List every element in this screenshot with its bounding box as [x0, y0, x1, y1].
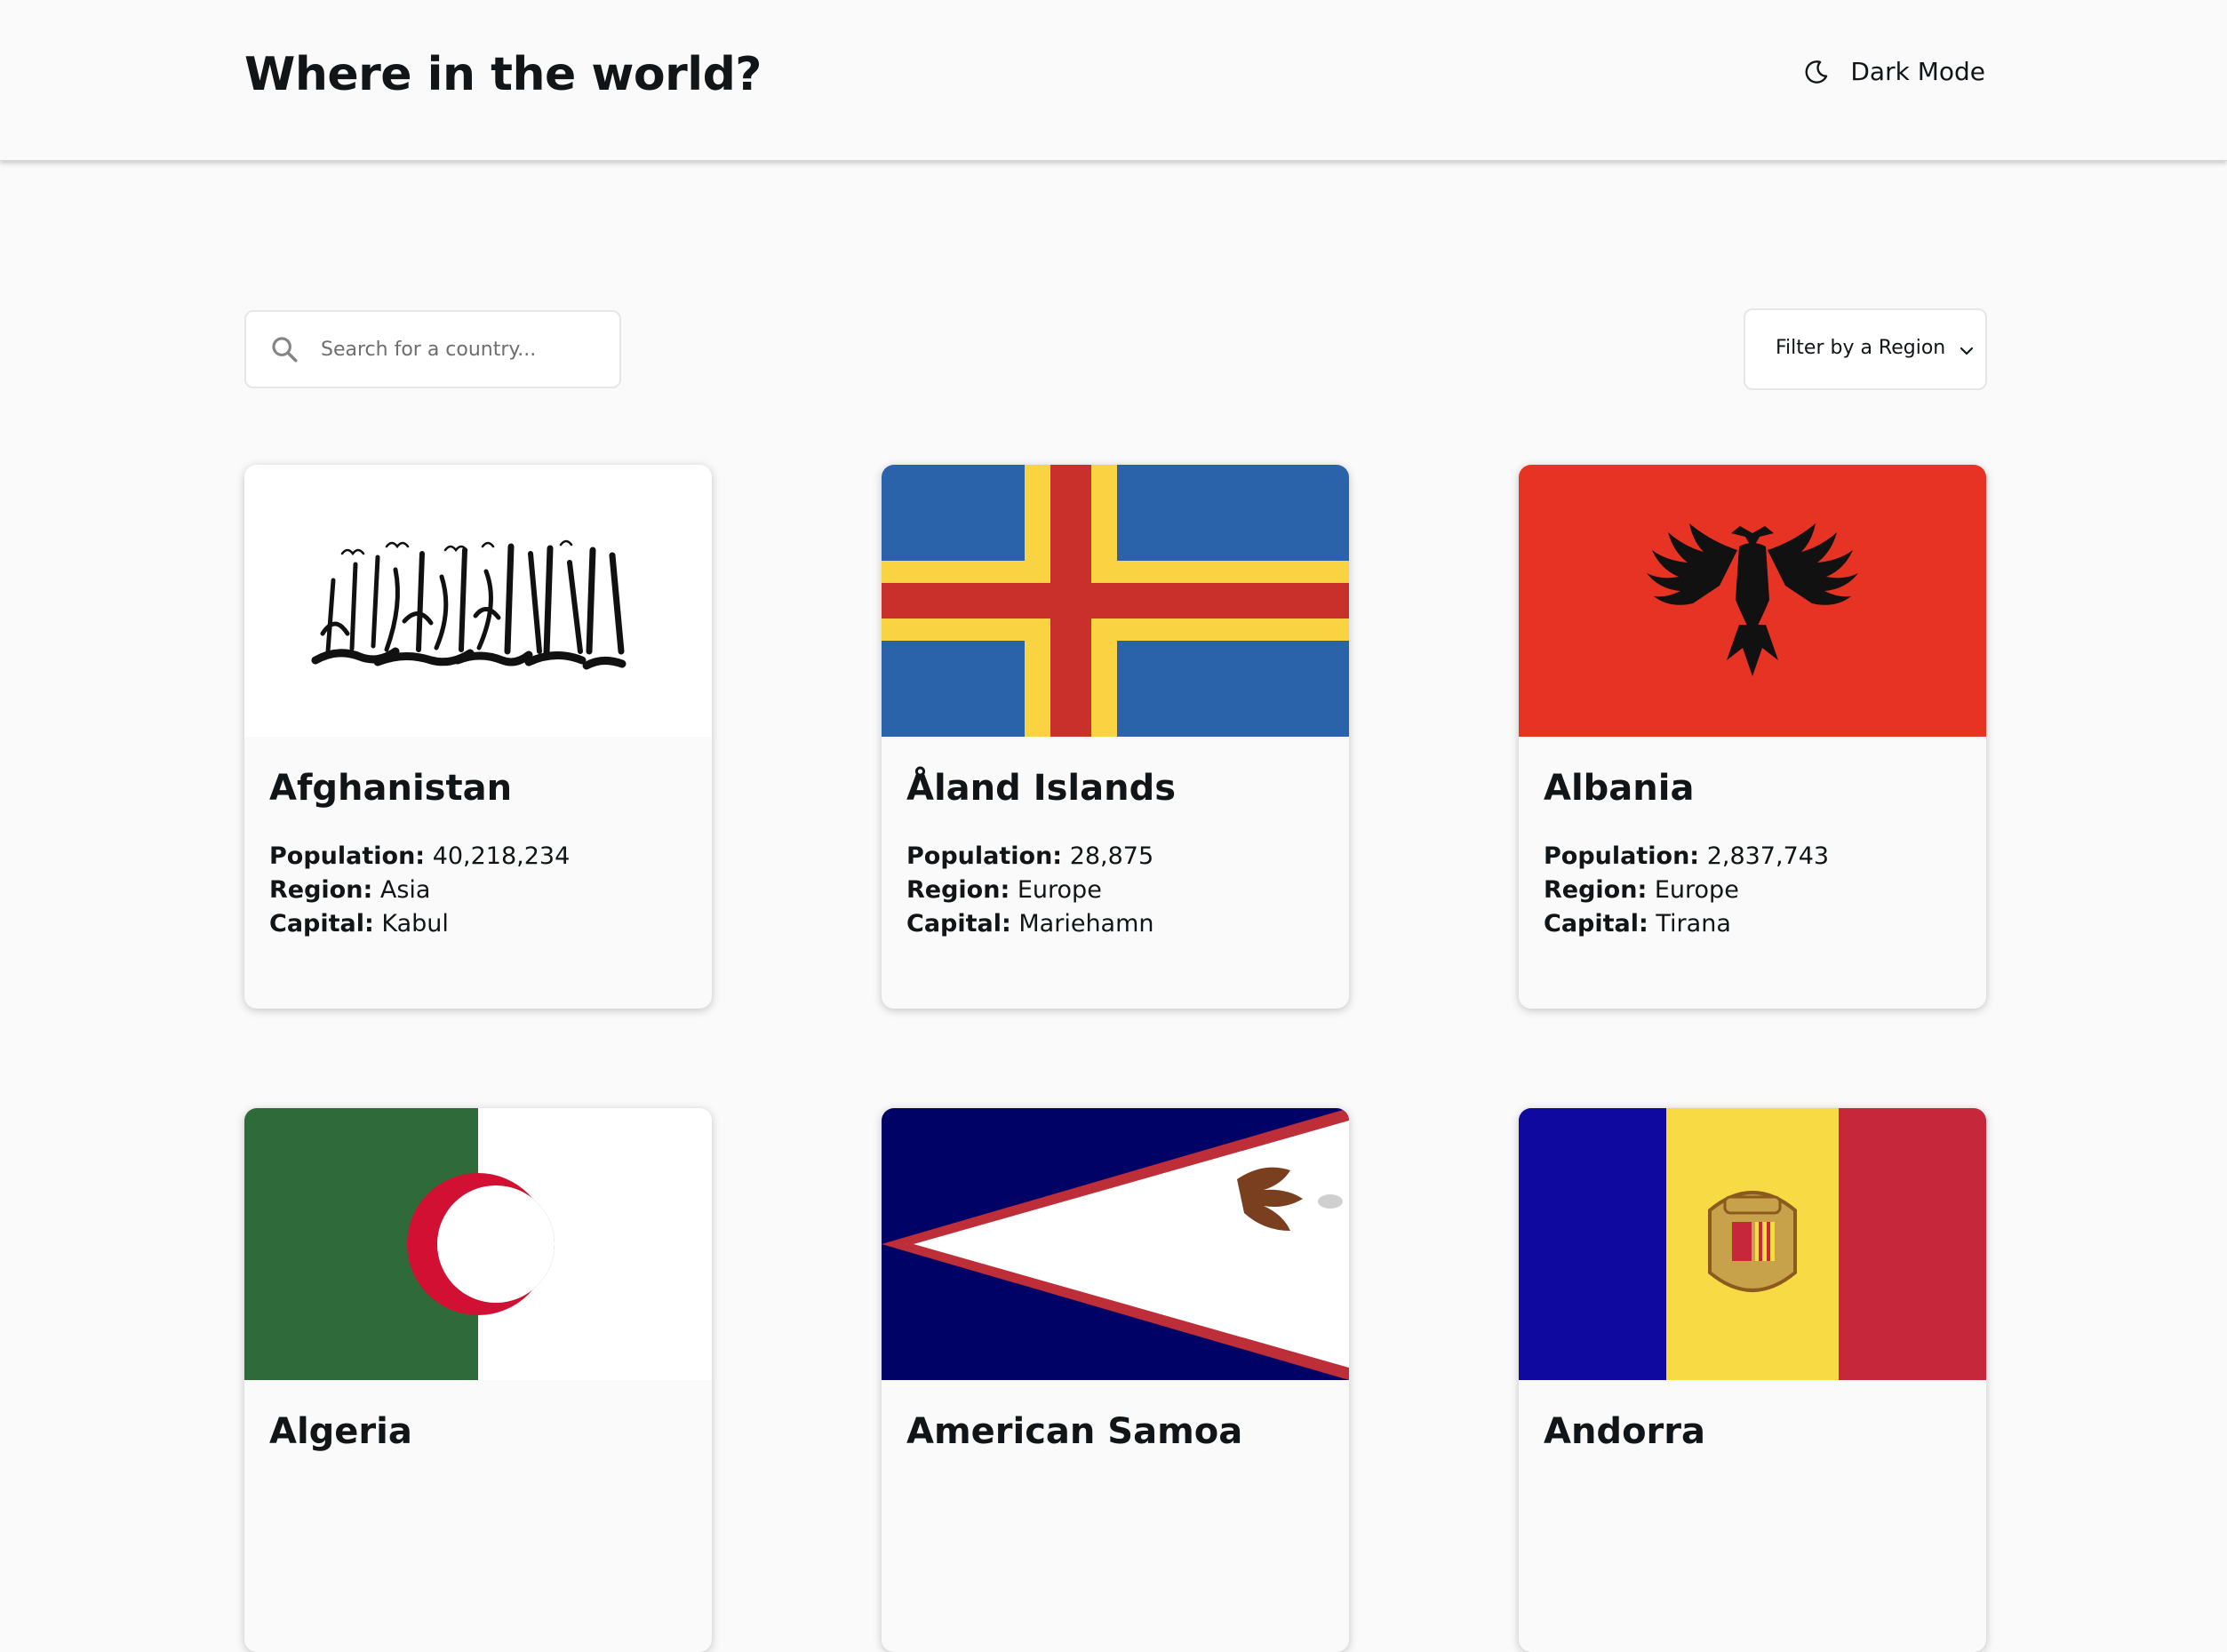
country-name: Albania: [1544, 768, 1695, 809]
country-name: Åland Islands: [906, 768, 1177, 809]
population-value: 40,218,234: [432, 842, 571, 870]
dark-mode-toggle[interactable]: Dark Mode: [1804, 57, 1985, 86]
capital-value: Mariehamn: [1018, 910, 1154, 938]
flag-algeria: [244, 1108, 712, 1380]
site-title: Where in the world?: [244, 48, 762, 101]
search-input[interactable]: [319, 337, 589, 362]
region-label: Region:: [269, 876, 373, 904]
capital-value: Kabul: [381, 910, 449, 938]
site-header: Where in the world? Dark Mode: [0, 0, 2227, 161]
country-details: Population: 28,875 Region: Europe Capita…: [906, 840, 1154, 941]
country-details: Population: 2,837,743 Region: Europe Cap…: [1544, 840, 1829, 941]
region-value: Asia: [379, 876, 431, 904]
search-icon: [272, 337, 298, 363]
flag-afghanistan: [244, 465, 712, 737]
country-name: Andorra: [1544, 1411, 1705, 1452]
country-card-andorra[interactable]: Andorra: [1519, 1108, 1986, 1652]
flag-andorra: [1519, 1108, 1986, 1380]
region-filter-select[interactable]: Filter by a Region: [1744, 308, 1987, 390]
country-card-afghanistan[interactable]: Afghanistan Population: 40,218,234 Regio…: [244, 465, 712, 1009]
moon-icon: [1805, 60, 1828, 84]
dark-mode-label: Dark Mode: [1850, 57, 1985, 86]
capital-label: Capital:: [1544, 910, 1648, 938]
region-label: Region:: [906, 876, 1010, 904]
region-filter-label: Filter by a Region: [1776, 337, 1946, 359]
search-box[interactable]: [244, 310, 621, 388]
country-name: Afghanistan: [269, 768, 513, 809]
country-card-aland-islands[interactable]: Åland Islands Population: 28,875 Region:…: [882, 465, 1349, 1009]
flag-american-samoa: [882, 1108, 1349, 1380]
capital-value: Tirana: [1656, 910, 1731, 938]
country-card-albania[interactable]: Albania Population: 2,837,743 Region: Eu…: [1519, 465, 1986, 1009]
country-name: Algeria: [269, 1411, 412, 1452]
region-value: Europe: [1017, 876, 1102, 904]
chevron-down-icon: [1960, 347, 1974, 355]
population-label: Population:: [269, 842, 426, 870]
flag-albania: [1519, 465, 1986, 737]
population-value: 2,837,743: [1706, 842, 1830, 870]
population-label: Population:: [906, 842, 1063, 870]
capital-label: Capital:: [906, 910, 1011, 938]
population-value: 28,875: [1069, 842, 1154, 870]
country-details: Population: 40,218,234 Region: Asia Capi…: [269, 840, 570, 941]
flag-aland-islands: [882, 465, 1349, 737]
country-card-algeria[interactable]: Algeria: [244, 1108, 712, 1652]
country-card-american-samoa[interactable]: American Samoa: [882, 1108, 1349, 1652]
region-label: Region:: [1544, 876, 1648, 904]
population-label: Population:: [1544, 842, 1700, 870]
capital-label: Capital:: [269, 910, 374, 938]
region-value: Europe: [1654, 876, 1739, 904]
country-name: American Samoa: [906, 1411, 1243, 1452]
